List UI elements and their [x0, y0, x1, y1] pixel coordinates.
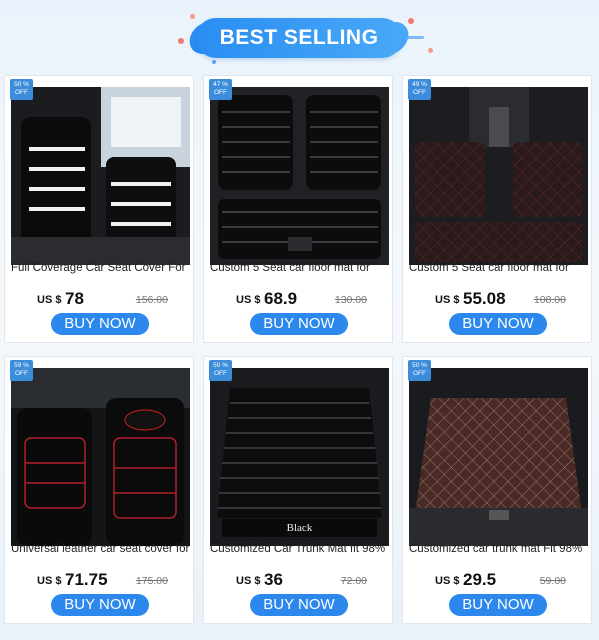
discount-badge: 59 % OFF [10, 360, 33, 381]
page-title: BEST SELLING [196, 18, 402, 58]
product-card[interactable]: 49 % OFF Custom 5 Seat car floor mat for… [402, 75, 592, 343]
discount-off-label: OFF [15, 89, 28, 96]
discount-off-label: OFF [15, 370, 28, 377]
price-row: US $ 29.5 59.00 [403, 570, 593, 590]
sale-price: 78 [65, 289, 84, 308]
currency-label: US $ [236, 575, 261, 587]
decor-dot [190, 14, 195, 19]
buy-now-button[interactable]: BUY NOW [250, 313, 348, 335]
price-row: US $ 71.75 175.00 [5, 570, 195, 590]
discount-percent: 49 % [412, 81, 427, 88]
original-price: 130.00 [334, 294, 367, 306]
product-card[interactable]: Black 50 % OFF Customized Car Trunk Mat … [203, 356, 393, 624]
product-image-floor-mats[interactable] [409, 87, 588, 265]
currency-label: US $ [236, 294, 261, 306]
discount-percent: 47 % [213, 81, 228, 88]
currency-label: US $ [37, 575, 62, 587]
discount-badge: 47 % OFF [209, 79, 232, 100]
discount-off-label: OFF [413, 370, 426, 377]
product-card[interactable]: 47 % OFF Custom 5 Seat car floor mat for… [203, 75, 393, 343]
product-title[interactable]: Customized Car Trunk Mat fit 98% [210, 543, 388, 555]
discount-off-label: OFF [413, 89, 426, 96]
currency-label: US $ [37, 294, 62, 306]
product-title[interactable]: Custom 5 Seat car floor mat for [210, 262, 388, 274]
currency-label: US $ [435, 575, 460, 587]
discount-badge: 49 % OFF [408, 79, 431, 100]
original-price: 156.00 [135, 294, 168, 306]
original-price: 59.00 [539, 575, 566, 587]
product-image-seat-covers[interactable] [11, 87, 190, 265]
buy-now-button[interactable]: BUY NOW [250, 594, 348, 616]
product-title[interactable]: Full Coverage Car Seat Cover For [11, 262, 189, 274]
price-row: US $ 68.9 130.00 [204, 289, 394, 309]
decor-dot [408, 18, 414, 24]
discount-off-label: OFF [214, 89, 227, 96]
decor-dot [212, 60, 216, 64]
product-card[interactable]: 59 % OFF Universal leather car seat cove… [4, 356, 194, 624]
sale-price: 71.75 [65, 570, 108, 589]
discount-badge: 50 % OFF [10, 79, 33, 100]
decor-dot [178, 38, 184, 44]
price-row: US $ 36 72.00 [204, 570, 394, 590]
sale-price: 68.9 [264, 289, 298, 308]
product-image-leather-seat-covers[interactable] [11, 368, 190, 546]
buy-now-button[interactable]: BUY NOW [449, 313, 547, 335]
discount-badge: 50 % OFF [209, 360, 232, 381]
decor-dash [406, 36, 424, 39]
sale-price: 55.08 [463, 289, 506, 308]
discount-percent: 50 % [412, 362, 427, 369]
product-image-trunk-mat[interactable] [409, 368, 588, 546]
discount-percent: 59 % [14, 362, 29, 369]
buy-now-button[interactable]: BUY NOW [449, 594, 547, 616]
buy-now-button[interactable]: BUY NOW [51, 594, 149, 616]
best-selling-header: BEST SELLING [0, 0, 599, 72]
product-title[interactable]: Universal leather car seat cover for [11, 543, 189, 555]
product-title[interactable]: Custom 5 Seat car floor mat for [409, 262, 587, 274]
product-image-floor-mats[interactable] [210, 87, 389, 265]
original-price: 175.00 [135, 575, 168, 587]
original-price: 72.00 [340, 575, 367, 587]
currency-label: US $ [435, 294, 460, 306]
discount-off-label: OFF [214, 370, 227, 377]
price-row: US $ 78 156.00 [5, 289, 195, 309]
original-price: 108.00 [533, 294, 566, 306]
product-card[interactable]: 50 % OFF Customized car trunk mat Fit 98… [402, 356, 592, 624]
product-card[interactable]: 50 % OFF Full Coverage Car Seat Cover Fo… [4, 75, 194, 343]
price-row: US $ 55.08 108.00 [403, 289, 593, 309]
image-caption: Black [222, 519, 377, 537]
discount-percent: 50 % [14, 81, 29, 88]
discount-badge: 50 % OFF [408, 360, 431, 381]
discount-percent: 50 % [213, 362, 228, 369]
buy-now-button[interactable]: BUY NOW [51, 313, 149, 335]
product-title[interactable]: Customized car trunk mat Fit 98% [409, 543, 587, 555]
sale-price: 36 [264, 570, 283, 589]
sale-price: 29.5 [463, 570, 497, 589]
decor-dot [428, 48, 433, 53]
